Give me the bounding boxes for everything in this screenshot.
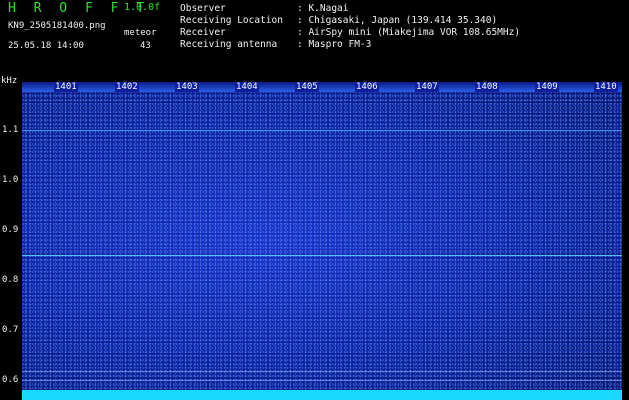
y-tick: 0.6 <box>2 375 19 385</box>
receiver-label: Receiver <box>180 27 226 38</box>
meteor-label: meteor <box>124 28 157 38</box>
reference-line <box>22 371 622 372</box>
y-tick: 1.1 <box>2 125 19 135</box>
top-noise-band <box>22 82 622 92</box>
antenna-value: : Maspro FM-3 <box>297 39 372 50</box>
hour-label: 1405 <box>295 82 319 92</box>
y-tick: 0.7 <box>2 325 19 335</box>
spectrogram <box>22 82 622 400</box>
receiver-value: : AirSpy mini (Miakejima VOR 108.65MHz) <box>297 27 521 38</box>
hour-label: 1401 <box>54 82 78 92</box>
bottom-band <box>22 390 622 400</box>
meteor-count: 43 <box>140 41 151 51</box>
reference-line <box>22 380 622 381</box>
hour-label: 1410 <box>594 82 618 92</box>
frequency-axis: kHz 1.1 1.0 0.9 0.8 0.7 0.6 <box>0 74 22 400</box>
file-name: KN9_2505181400.png <box>8 21 106 31</box>
hour-label: 1407 <box>415 82 439 92</box>
observer-value: : K.Nagai <box>297 3 349 14</box>
hour-label: 1403 <box>175 82 199 92</box>
app-version: 1.0.0f <box>124 2 161 13</box>
y-tick: 1.0 <box>2 175 19 185</box>
hour-label: 1404 <box>235 82 259 92</box>
carrier-line <box>22 255 622 256</box>
header-panel: H R O F F T 1.0.0f KN9_2505181400.png me… <box>0 0 629 74</box>
location-label: Receiving Location <box>180 15 283 26</box>
hour-label: 1408 <box>475 82 499 92</box>
axis-unit: kHz <box>1 76 18 86</box>
location-value: : Chigasaki, Japan (139.414 35.340) <box>297 15 498 26</box>
hour-label: 1406 <box>355 82 379 92</box>
y-tick: 0.9 <box>2 225 19 235</box>
hour-label: 1402 <box>115 82 139 92</box>
carrier-line <box>22 130 622 131</box>
antenna-label: Receiving antenna <box>180 39 278 50</box>
datetime: 25.05.18 14:00 <box>8 41 84 51</box>
y-tick: 0.8 <box>2 275 19 285</box>
hour-label: 1409 <box>535 82 559 92</box>
observer-label: Observer <box>180 3 226 14</box>
